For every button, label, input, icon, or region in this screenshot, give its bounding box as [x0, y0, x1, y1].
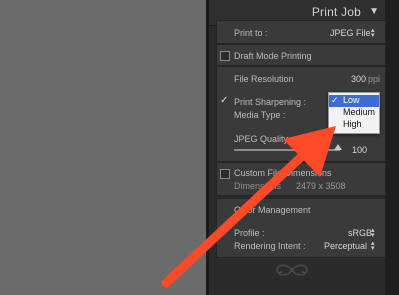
- annotation-arrow: [161, 126, 336, 288]
